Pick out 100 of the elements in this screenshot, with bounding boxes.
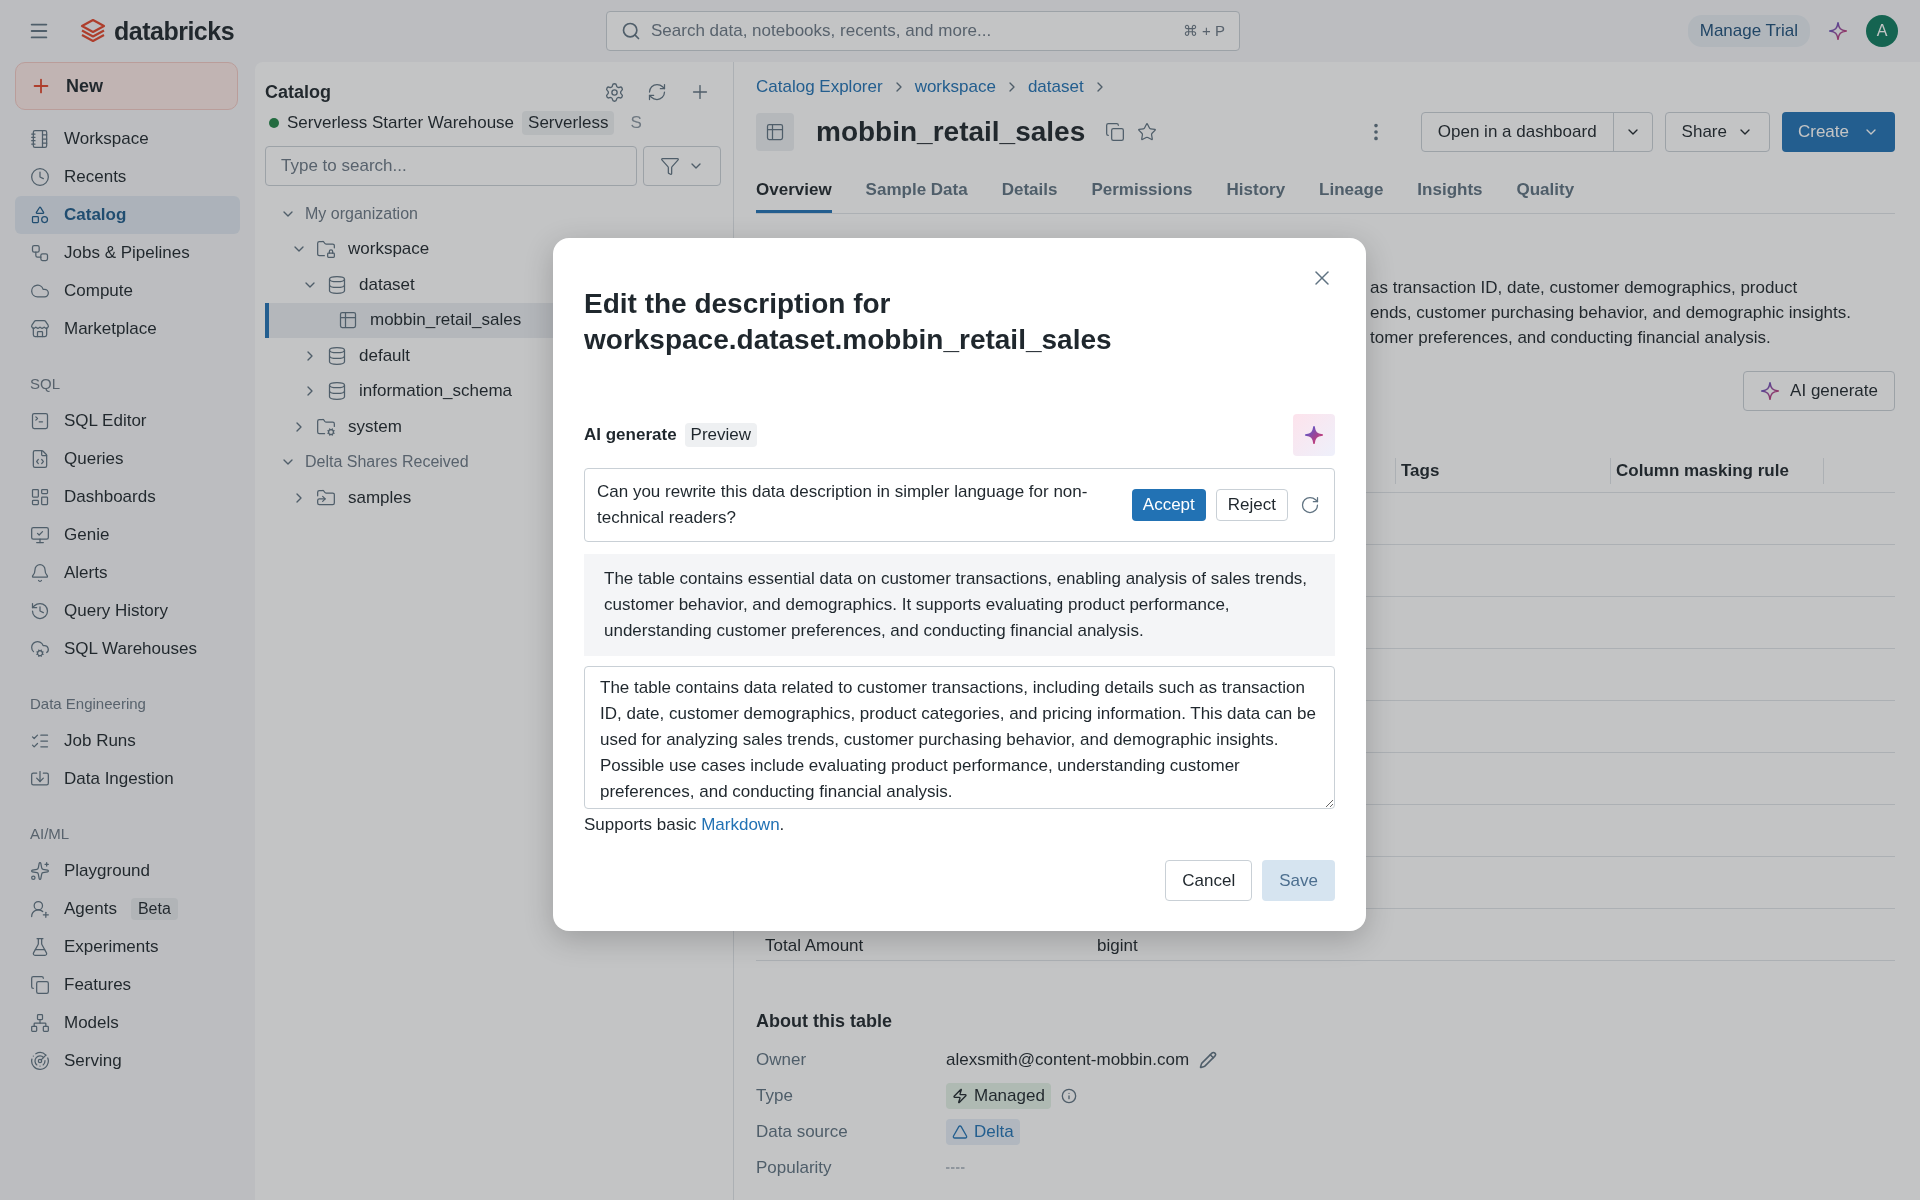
page-title: mobbin_retail_sales bbox=[816, 116, 1086, 148]
nav-item[interactable]: Models bbox=[15, 1004, 240, 1042]
tab[interactable]: Sample Data bbox=[865, 174, 968, 213]
tab[interactable]: Overview bbox=[756, 174, 832, 213]
share-icon bbox=[316, 487, 336, 508]
tab[interactable]: History bbox=[1226, 174, 1286, 213]
tree-label: mobbin_retail_sales bbox=[370, 310, 522, 331]
warehouse-size: S bbox=[630, 113, 642, 133]
column-header: Column masking rule bbox=[1610, 457, 1823, 484]
ai-generate-button[interactable]: AI generate bbox=[1743, 371, 1895, 411]
nav-label: Recents bbox=[64, 167, 127, 187]
catalog-search-field[interactable]: Type to search... bbox=[265, 146, 637, 186]
tree-row[interactable]: Delta Shares Received bbox=[265, 444, 721, 480]
user-avatar[interactable]: A bbox=[1866, 15, 1898, 47]
nav-label: Query History bbox=[64, 601, 168, 621]
info-icon[interactable] bbox=[1060, 1088, 1077, 1104]
nav-label: Experiments bbox=[64, 937, 159, 957]
database-icon bbox=[327, 274, 347, 295]
nav-label: Serving bbox=[64, 1051, 122, 1071]
nav-item[interactable]: Features bbox=[15, 966, 240, 1004]
settings-icon[interactable] bbox=[604, 81, 625, 103]
tab[interactable]: Insights bbox=[1417, 174, 1483, 213]
suggested-description: The table contains essential data on customer transactions, enabling analysis of sales trends, customer behavior, and demographics. It supports evaluating product performance, understanding customer preferences, and conducting financial analysis. bbox=[584, 554, 1335, 656]
markdown-link[interactable]: Markdown bbox=[701, 815, 780, 834]
nav-label: Playground bbox=[64, 861, 150, 881]
ai-sparkle-button[interactable] bbox=[1293, 414, 1335, 456]
bell-icon bbox=[30, 563, 50, 583]
nav-item[interactable]: Genie bbox=[15, 516, 240, 554]
new-button[interactable]: New bbox=[15, 62, 238, 110]
manage-trial-button[interactable]: Manage Trial bbox=[1687, 15, 1810, 47]
tab[interactable]: Quality bbox=[1516, 174, 1575, 213]
reject-button[interactable]: Reject bbox=[1215, 489, 1288, 521]
nav-item[interactable]: Alerts bbox=[15, 554, 240, 592]
nav-item[interactable]: Agents Beta bbox=[15, 890, 240, 928]
nav-label: Features bbox=[64, 975, 132, 995]
open-dashboard-button[interactable]: Open in a dashboard bbox=[1421, 113, 1614, 151]
nav-label: Genie bbox=[64, 525, 110, 545]
store-icon bbox=[30, 319, 50, 339]
regenerate-icon bbox=[1300, 495, 1320, 515]
triangle-icon bbox=[952, 1124, 968, 1140]
section-title: About this table bbox=[756, 1011, 893, 1032]
person-icon bbox=[30, 899, 50, 919]
nav-item[interactable]: Data Ingestion bbox=[15, 760, 240, 798]
history-icon bbox=[30, 601, 50, 621]
tree-label: workspace bbox=[348, 239, 430, 260]
share-button[interactable]: Share bbox=[1664, 112, 1770, 152]
search-field[interactable]: Search data, notebooks, recents, and more... ⌘ + P bbox=[606, 11, 1240, 51]
cancel-button[interactable]: Cancel bbox=[1165, 860, 1253, 901]
open-dashboard-split-button[interactable]: Open in a dashboard bbox=[1420, 112, 1653, 152]
nav-item[interactable]: Jobs & Pipelines bbox=[15, 234, 240, 272]
field-label: Owner bbox=[756, 1050, 808, 1070]
nav-item[interactable]: Experiments bbox=[15, 928, 240, 966]
catalog-gear-icon bbox=[316, 416, 336, 437]
tab[interactable]: Details bbox=[1001, 174, 1058, 213]
sparkle-icon bbox=[1760, 381, 1781, 401]
nav-item[interactable]: Dashboards bbox=[15, 478, 240, 516]
nav-item[interactable]: Job Runs bbox=[15, 722, 240, 760]
tab[interactable]: Permissions bbox=[1091, 174, 1193, 213]
tree-row[interactable]: workspace bbox=[265, 231, 721, 267]
tab[interactable]: Lineage bbox=[1319, 174, 1384, 213]
nav-item[interactable]: Workspace bbox=[15, 120, 240, 158]
nav-item[interactable]: Queries bbox=[15, 440, 240, 478]
tree-row[interactable]: My organization bbox=[265, 196, 721, 232]
ai-generate-label: AI generate bbox=[584, 425, 677, 445]
beta-badge: Beta bbox=[130, 898, 178, 920]
field-label: Data source bbox=[756, 1122, 849, 1142]
clock-icon bbox=[30, 167, 50, 187]
nav-item[interactable]: Serving bbox=[15, 1042, 240, 1080]
nav-item[interactable]: Marketplace bbox=[15, 310, 240, 348]
field-label: Type bbox=[756, 1086, 794, 1106]
refresh-icon[interactable] bbox=[647, 82, 667, 102]
breadcrumb-link[interactable]: dataset bbox=[1027, 77, 1084, 97]
nav-label: Dashboards bbox=[64, 487, 156, 507]
create-button[interactable]: Create bbox=[1781, 112, 1895, 152]
filter-button[interactable] bbox=[643, 146, 721, 186]
nav-item[interactable]: Query History bbox=[15, 592, 240, 630]
nav-label: Alerts bbox=[64, 563, 108, 583]
warehouse-name[interactable]: Serverless Starter Warehouse bbox=[287, 113, 515, 133]
nav-item[interactable]: Catalog bbox=[15, 196, 240, 234]
nav-item[interactable]: Recents bbox=[15, 158, 240, 196]
sparkles-icon bbox=[30, 861, 50, 881]
file-code-icon bbox=[30, 449, 50, 469]
pencil-icon[interactable] bbox=[1199, 1051, 1218, 1069]
description-field[interactable]: The table contains data related to customer transactions, including details such as transaction ID, date, customer demographics, product categories, and pricing information. This data can be used for analyzing sales trends, customer purchasing behavior, and demographic insights. Possible use cases include evaluating product performance, understanding customer preferences, and conducting financial analysis. bbox=[584, 666, 1335, 809]
accept-button[interactable]: Accept bbox=[1131, 489, 1206, 521]
section-heading: Data Engineering bbox=[29, 694, 147, 714]
network-icon bbox=[30, 1013, 50, 1033]
nav-item[interactable]: SQL Editor bbox=[15, 402, 240, 440]
tree-row[interactable]: information_schema bbox=[265, 373, 721, 409]
star-icon[interactable] bbox=[1137, 122, 1158, 142]
breadcrumb-link[interactable]: workspace bbox=[914, 77, 996, 97]
sparkle-icon[interactable] bbox=[1828, 21, 1848, 41]
copy-icon[interactable] bbox=[1105, 122, 1126, 142]
nav-label: Marketplace bbox=[64, 319, 157, 339]
nav-item[interactable]: Playground bbox=[15, 852, 240, 890]
nav-item[interactable]: SQL Warehouses bbox=[15, 630, 240, 668]
panel-title: Catalog bbox=[265, 81, 331, 103]
breadcrumb-link[interactable]: Catalog Explorer bbox=[756, 77, 883, 97]
nav-item[interactable]: Compute bbox=[15, 272, 240, 310]
nav-label: Job Runs bbox=[64, 731, 136, 751]
